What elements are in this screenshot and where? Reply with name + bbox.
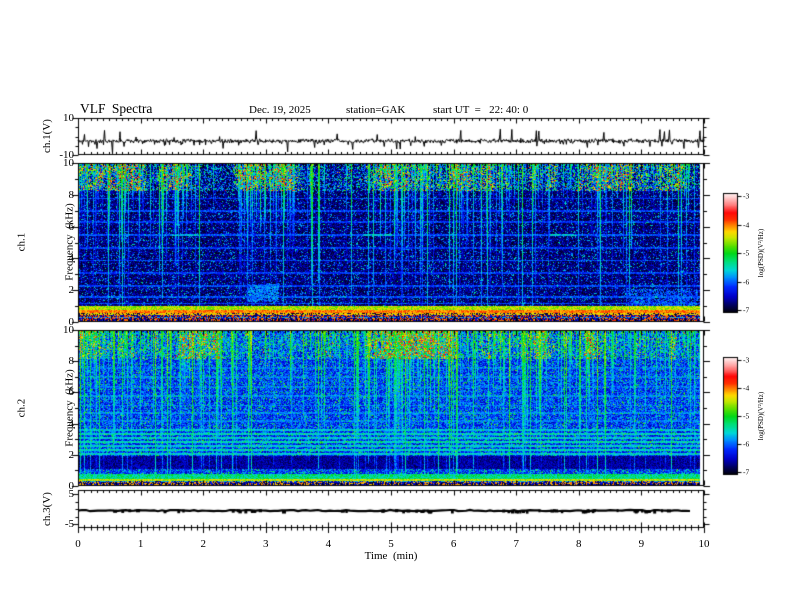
y-axis-title-spec1-channel: ch.1 <box>15 232 28 252</box>
ch3-y-tick-label--5: -5 <box>64 518 74 530</box>
header-station: station=GAK <box>346 104 406 116</box>
page-title: VLF Spectra <box>80 101 153 116</box>
x-axis-title: Time (min) <box>364 550 418 562</box>
y-axis-title-spec1: ch.1 Frequency (kHz) <box>0 203 112 281</box>
spec1-y-tick-label-2: 2 <box>68 284 75 297</box>
colorbar1-tick-label--5: -5 <box>743 248 750 258</box>
colorbar-ch2-title: log(PSD)(V²/Hz) <box>757 391 765 441</box>
x-tick-label-7: 7 <box>513 538 519 550</box>
y-axis-title-ch3: ch.3(V) <box>41 492 53 526</box>
spec2-y-tick-label-8: 8 <box>68 355 75 368</box>
spec2-y-tick-label-10: 10 <box>63 324 74 336</box>
colorbar2-tick-label--6: -6 <box>743 439 750 449</box>
header-date: Dec. 19, 2025 <box>249 104 311 116</box>
x-tick-label-5: 5 <box>388 538 394 550</box>
spec2-y-tick-label-6: 6 <box>68 386 75 399</box>
x-tick-label-3: 3 <box>263 538 269 550</box>
x-tick-label-8: 8 <box>576 538 582 550</box>
ch1-y-tick-label-10: 10 <box>63 112 74 124</box>
x-tick-label-4: 4 <box>325 538 332 550</box>
colorbar2-tick-label--3: -3 <box>743 355 750 365</box>
spec1-y-tick-label-6: 6 <box>68 220 75 233</box>
x-tick-label-9: 9 <box>638 538 645 550</box>
colorbar1-tick-label--7: -7 <box>743 305 750 315</box>
x-tick-label-0: 0 <box>75 538 81 550</box>
y-axis-title-spec1-units: Frequency (kHz) <box>63 203 75 281</box>
ch3-y-tick-label-5: 5 <box>68 488 75 500</box>
x-tick-label-10: 10 <box>698 538 710 550</box>
y-axis-title-spec2-units: Frequency (kHz) <box>63 369 75 447</box>
x-tick-label-2: 2 <box>200 538 206 550</box>
colorbar2-tick-label--7: -7 <box>743 467 750 477</box>
spec1-y-tick-label-10: 10 <box>63 157 74 169</box>
x-tick-label-1: 1 <box>137 538 144 550</box>
colorbar1-tick-label--4: -4 <box>743 220 750 229</box>
y-axis-title-ch1: ch.1(V) <box>41 119 53 153</box>
x-tick-label-6: 6 <box>450 538 457 550</box>
colorbar2-tick-label--4: -4 <box>743 383 750 393</box>
spec1-y-tick-label-4: 4 <box>68 252 75 265</box>
colorbar-ch1-title: log(PSD)(V²/Hz) <box>757 228 765 278</box>
y-axis-title-spec2: ch.2 Frequency (kHz) <box>0 369 112 447</box>
vlf-spectra-page: VLF Spectra Dec. 19, 2025 station=GAK st… <box>0 0 792 612</box>
spec2-y-tick-label-2: 2 <box>68 448 75 461</box>
spec2-y-tick-label-4: 4 <box>68 417 75 430</box>
colorbar2-tick-label--5: -5 <box>743 411 750 421</box>
colorbar1-tick-label--3: -3 <box>743 191 750 201</box>
header-start-ut: start UT = 22: 40: 0 <box>433 104 529 116</box>
spec1-y-tick-label-8: 8 <box>68 188 75 201</box>
y-axis-title-spec2-channel: ch.2 <box>15 398 28 418</box>
colorbar1-tick-label--6: -6 <box>743 277 750 286</box>
